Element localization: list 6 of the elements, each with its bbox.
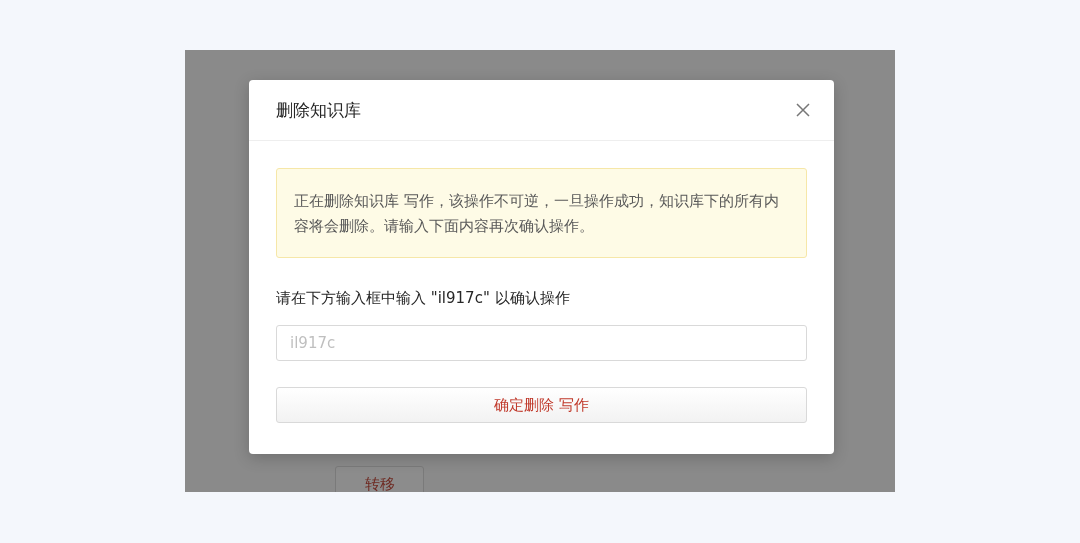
confirm-input-field[interactable]: il917c: [276, 325, 807, 361]
dialog-title: 删除知识库: [276, 98, 361, 122]
confirm-delete-button[interactable]: 确定删除 写作: [276, 387, 807, 423]
confirm-prompt: 请在下方输入框中输入 "il917c" 以确认操作: [276, 289, 571, 308]
close-icon[interactable]: [796, 103, 810, 117]
warning-alert: 正在删除知识库 写作，该操作不可逆，一旦操作成功，知识库下的所有内容将会删除。请输入下面内容再次确认操作。: [276, 168, 807, 258]
